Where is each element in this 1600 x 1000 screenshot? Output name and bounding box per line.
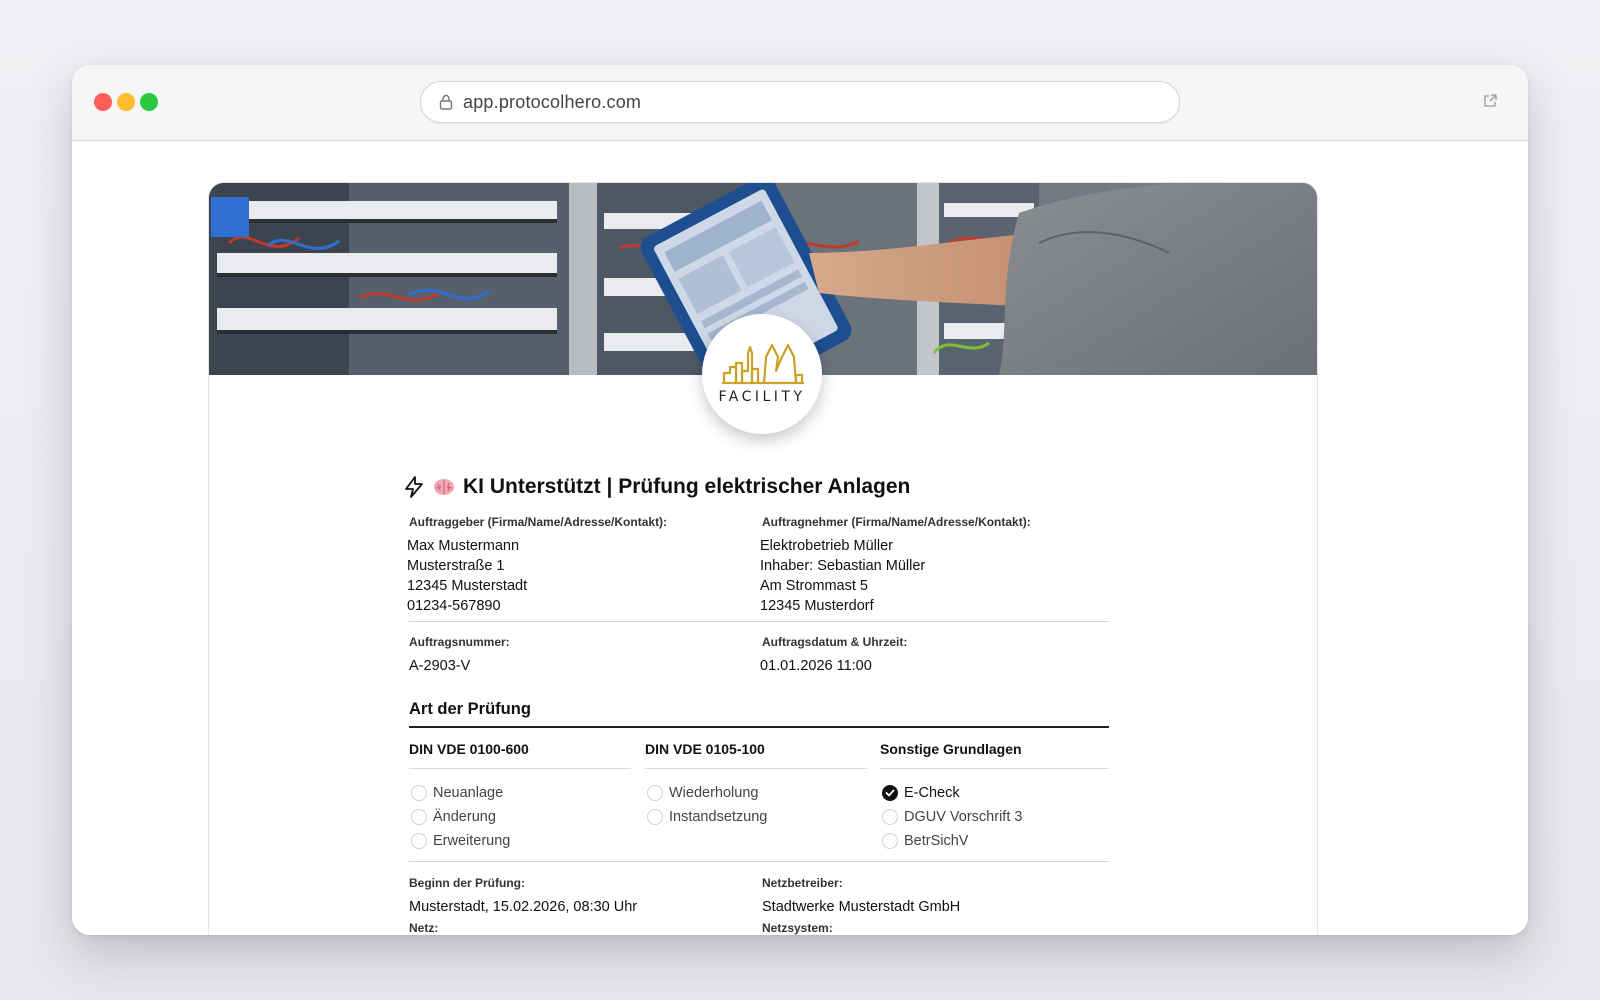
page-content: FACILITY KI Unterstützt | Prüfung elektr… [72, 142, 1528, 935]
company-logo: FACILITY [702, 314, 822, 434]
column-divider [880, 768, 1109, 769]
option-neuanlage[interactable]: Neuanlage [411, 784, 503, 802]
option-dguv[interactable]: DGUV Vorschrift 3 [882, 808, 1022, 826]
lock-icon [439, 94, 453, 110]
auftragnehmer-line: Elektrobetrieb Müller [760, 538, 893, 554]
option-e-check[interactable]: E-Check [882, 784, 960, 802]
close-window-button[interactable] [94, 93, 112, 111]
column-heading-vde-0105: DIN VDE 0105-100 [645, 741, 765, 757]
netzsystem-label: Netzsystem: [762, 921, 833, 935]
auftragsdatum-value: 01.01.2026 11:00 [760, 658, 872, 674]
auftragnehmer-line: Inhaber: Sebastian Müller [760, 558, 926, 574]
browser-titlebar: app.protocolhero.com [72, 65, 1528, 141]
address-bar[interactable]: app.protocolhero.com [420, 81, 1180, 123]
auftragsnummer-label: Auftragsnummer: [409, 635, 510, 649]
url-text: app.protocolhero.com [463, 91, 642, 112]
city-skyline-icon [722, 343, 804, 385]
lightning-icon [405, 476, 423, 498]
open-external-icon[interactable] [1482, 93, 1498, 109]
protocol-form: KI Unterstützt | Prüfung elektrischer An… [405, 475, 1109, 935]
section-divider [409, 726, 1109, 728]
column-heading-vde-0100: DIN VDE 0100-600 [409, 741, 529, 757]
auftraggeber-line: Musterstraße 1 [407, 558, 505, 574]
option-label: Änderung [433, 809, 496, 825]
option-label: DGUV Vorschrift 3 [904, 809, 1023, 825]
option-erweiterung[interactable]: Erweiterung [411, 832, 510, 850]
beginn-value: Musterstadt, 15.02.2026, 08:30 Uhr [409, 899, 638, 915]
brain-icon [434, 479, 454, 495]
section-title-art: Art der Prüfung [409, 700, 531, 718]
option-label: Instandsetzung [669, 809, 768, 825]
option-instandsetzung[interactable]: Instandsetzung [647, 808, 767, 826]
option-label: Wiederholung [669, 785, 759, 801]
checkmark-icon [885, 789, 895, 797]
radio-neuanlage[interactable] [411, 785, 427, 801]
option-label: E-Check [904, 785, 960, 801]
option-wiederholung[interactable]: Wiederholung [647, 784, 758, 802]
radio-betrsichv[interactable] [882, 833, 898, 849]
column-divider [409, 768, 631, 769]
auftragnehmer-line: Am Strommast 5 [760, 578, 868, 594]
form-title: KI Unterstützt | Prüfung elektrischer An… [403, 475, 1109, 499]
radio-wiederholung[interactable] [647, 785, 663, 801]
auftraggeber-address: Max Mustermann Musterstraße 1 12345 Must… [407, 536, 667, 616]
option-label: Erweiterung [433, 833, 511, 849]
form-title-text: KI Unterstützt | Prüfung elektrischer An… [463, 475, 911, 498]
option-aenderung[interactable]: Änderung [411, 808, 496, 826]
auftraggeber-line: Max Mustermann [407, 538, 520, 554]
netzbetreiber-value: Stadtwerke Musterstadt GmbH [762, 899, 961, 915]
auftraggeber-line: 12345 Musterstadt [407, 578, 528, 594]
option-label: Neuanlage [433, 785, 504, 801]
protocol-card: FACILITY KI Unterstützt | Prüfung elektr… [208, 182, 1318, 935]
radio-dguv[interactable] [882, 809, 898, 825]
option-label: BetrSichV [904, 833, 969, 849]
auftraggeber-line: 01234-567890 [407, 598, 501, 614]
logo-text: FACILITY [718, 389, 806, 405]
browser-window: app.protocolhero.com FACILITY KI Unterst… [72, 65, 1528, 935]
checkbox-e-check-checked[interactable] [882, 785, 898, 801]
radio-instandsetzung[interactable] [647, 809, 663, 825]
auftraggeber-label: Auftraggeber (Firma/Name/Adresse/Kontakt… [409, 515, 668, 529]
column-divider [645, 768, 867, 769]
option-betrsichv[interactable]: BetrSichV [882, 832, 968, 850]
minimize-window-button[interactable] [117, 93, 135, 111]
divider [409, 621, 1109, 622]
auftragnehmer-address: Elektrobetrieb Müller Inhaber: Sebastian… [760, 536, 1031, 616]
column-heading-sonstige: Sonstige Grundlagen [880, 741, 1022, 757]
netz-label: Netz: [409, 921, 439, 935]
netzbetreiber-label: Netzbetreiber: [762, 876, 843, 890]
auftragnehmer-line: 12345 Musterdorf [760, 598, 874, 614]
radio-erweiterung[interactable] [411, 833, 427, 849]
auftragnehmer-label: Auftragnehmer (Firma/Name/Adresse/Kontak… [762, 515, 1031, 529]
radio-aenderung[interactable] [411, 809, 427, 825]
auftragsnummer-value: A-2903-V [409, 658, 471, 674]
beginn-label: Beginn der Prüfung: [409, 876, 525, 890]
divider [409, 861, 1109, 862]
auftragsdatum-label: Auftragsdatum & Uhrzeit: [762, 635, 908, 649]
maximize-window-button[interactable] [140, 93, 158, 111]
